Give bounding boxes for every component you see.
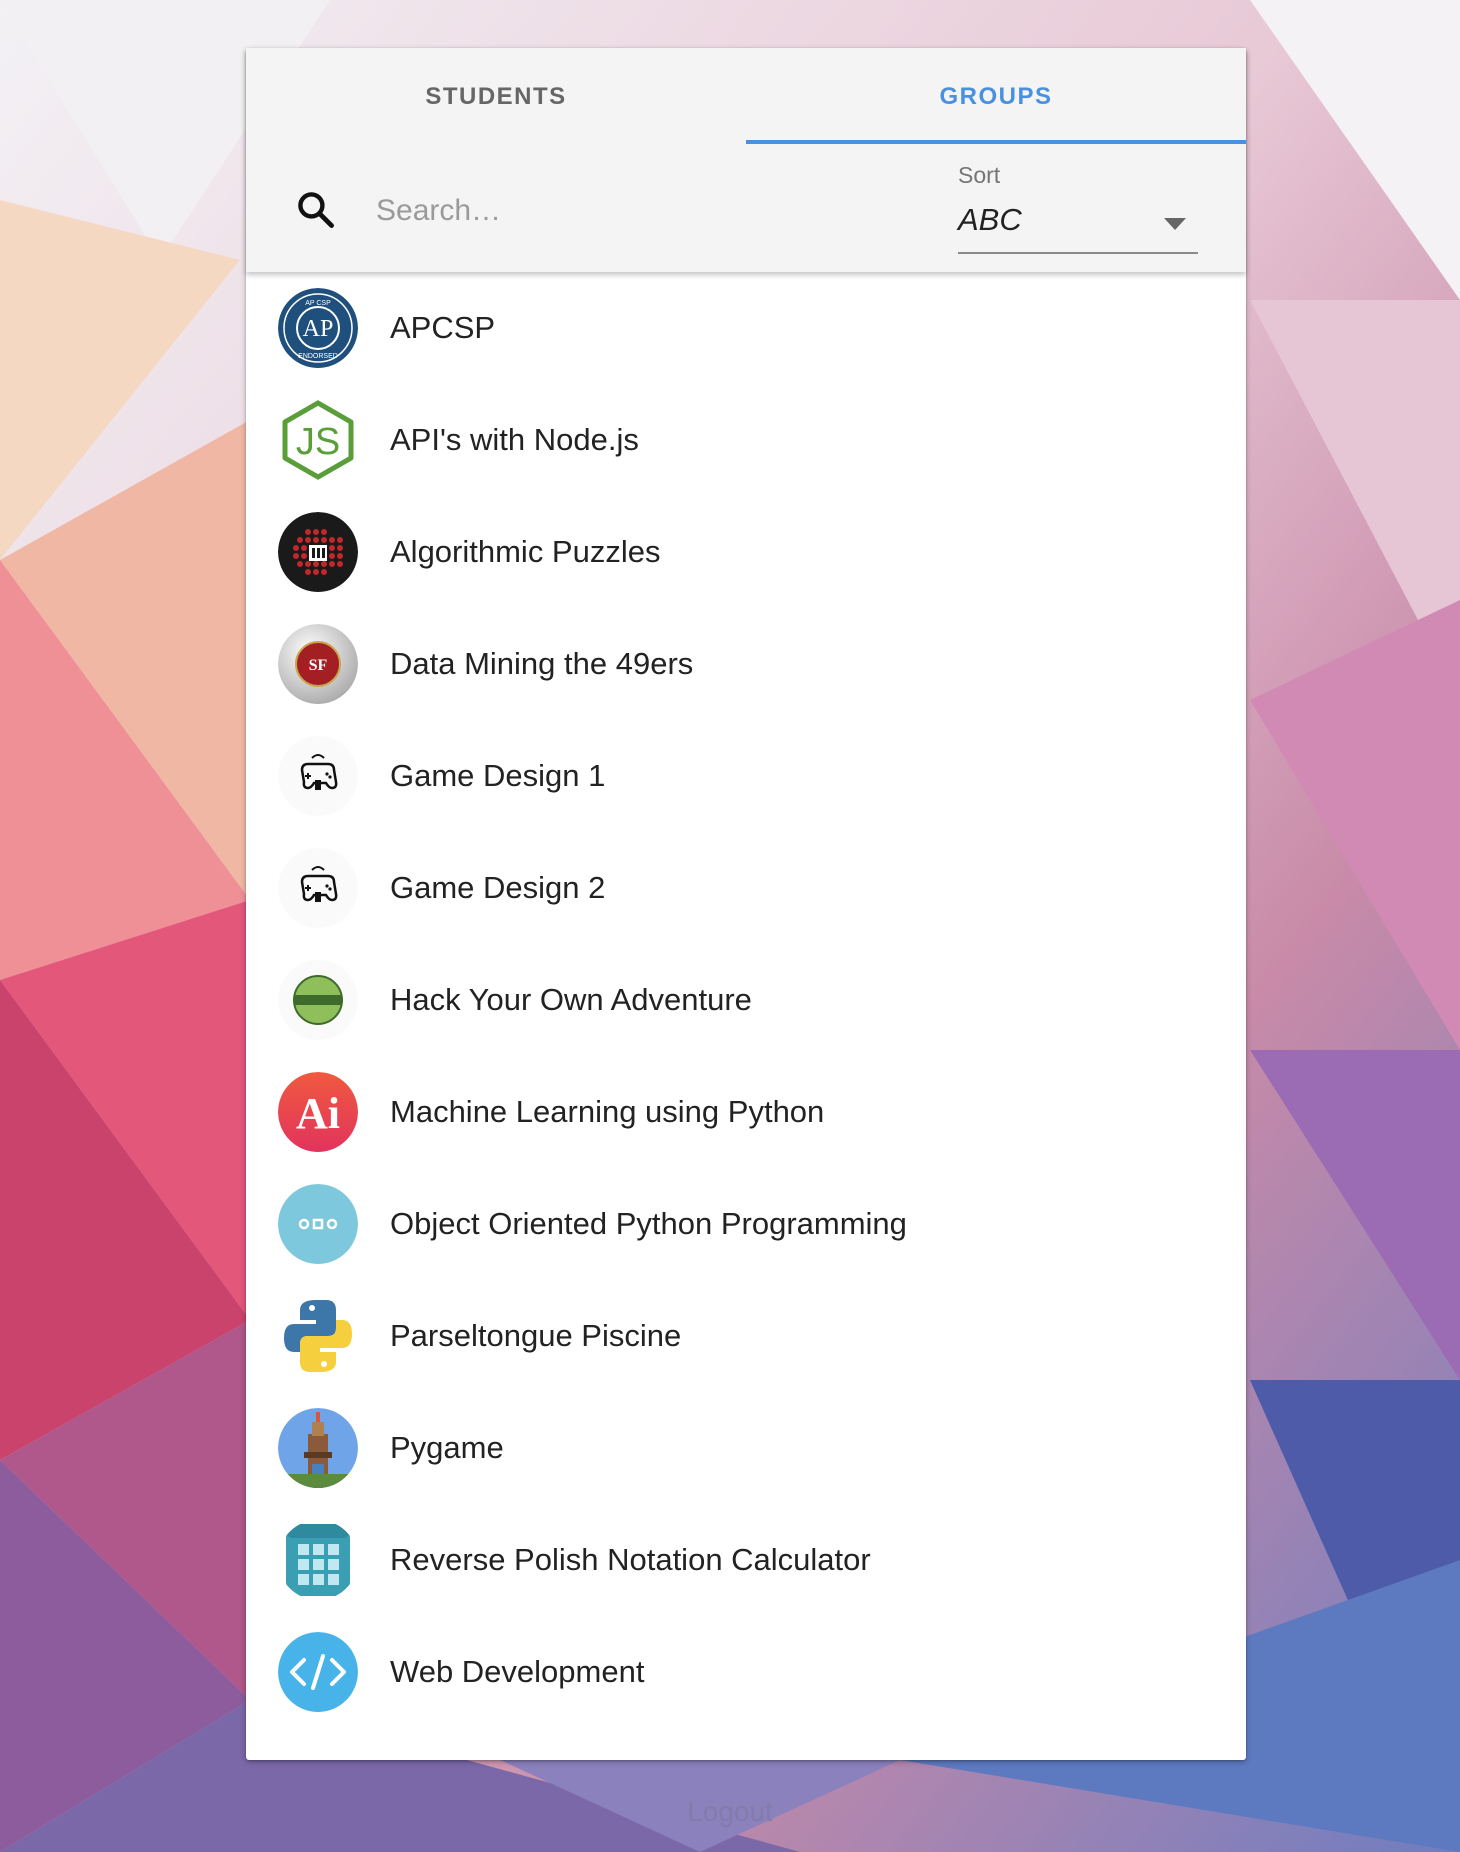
svg-text:JS: JS [296,421,340,463]
adventure-icon [278,960,358,1040]
list-item[interactable]: Object Oriented Python Programming [246,1168,1246,1280]
search-input[interactable] [374,188,898,234]
logout-link[interactable]: Logout [0,1796,1460,1828]
svg-text:Ai: Ai [296,1089,340,1138]
sort-select[interactable]: ABC [958,196,1198,254]
sort-label: Sort [958,162,1001,188]
ai-icon: Ai [278,1072,358,1152]
calculator-icon [278,1520,358,1600]
nodejs-icon: JS [278,400,358,480]
list-item[interactable]: SF Data Mining the 49ers [246,608,1246,720]
tab-groups[interactable]: GROUPS [746,48,1246,146]
svg-text:SF: SF [309,657,328,674]
list-item[interactable]: Reverse Polish Notation Calculator [246,1504,1246,1616]
list-item[interactable]: AP AP CSP ENDORSED APCSP [246,272,1246,384]
49ers-icon: SF [278,624,358,704]
group-name: Machine Learning using Python [390,1094,825,1129]
group-name: Hack Your Own Adventure [390,982,752,1017]
panel-header: STUDENTS GROUPS Sort ABC [246,48,1246,272]
group-name: APCSP [390,310,496,345]
list-item[interactable]: Web Development [246,1616,1246,1728]
pygame-icon [278,1408,358,1488]
list-item[interactable]: JS API's with Node.js [246,384,1246,496]
code-icon [278,1632,358,1712]
search-icon[interactable] [294,188,338,232]
tab-students[interactable]: STUDENTS [246,48,746,146]
group-name: Game Design 1 [390,758,606,793]
group-name: Web Development [390,1654,645,1689]
group-name: Data Mining the 49ers [390,646,694,681]
list-item[interactable]: Algorithmic Puzzles [246,496,1246,608]
oop-icon [278,1184,358,1264]
game-controller-icon [278,848,358,928]
group-name: Algorithmic Puzzles [390,534,661,569]
sort-value: ABC [958,202,1022,237]
list-item[interactable]: Pygame [246,1392,1246,1504]
ap-csp-endorsed-icon: AP AP CSP ENDORSED [278,288,358,368]
groups-panel: STUDENTS GROUPS Sort ABC AP AP [246,48,1246,1760]
active-tab-indicator [746,140,1246,144]
puzzle-icon [278,512,358,592]
python-icon [278,1296,358,1376]
list-item[interactable]: Game Design 1 [246,720,1246,832]
group-name: Pygame [390,1430,504,1465]
list-item[interactable]: Game Design 2 [246,832,1246,944]
list-item[interactable]: Parseltongue Piscine [246,1280,1246,1392]
groups-list: AP AP CSP ENDORSED APCSP JS API's with N… [246,272,1246,1728]
group-name: API's with Node.js [390,422,639,457]
group-name: Parseltongue Piscine [390,1318,682,1353]
dropdown-arrow-icon [1164,218,1186,230]
svg-text:AP CSP: AP CSP [305,300,331,307]
group-name: Reverse Polish Notation Calculator [390,1542,871,1577]
game-controller-icon [278,736,358,816]
group-name: Game Design 2 [390,870,606,905]
list-item[interactable]: Ai Machine Learning using Python [246,1056,1246,1168]
group-name: Object Oriented Python Programming [390,1206,907,1241]
svg-text:AP: AP [303,316,334,342]
svg-text:ENDORSED: ENDORSED [298,353,338,360]
list-item[interactable]: Hack Your Own Adventure [246,944,1246,1056]
